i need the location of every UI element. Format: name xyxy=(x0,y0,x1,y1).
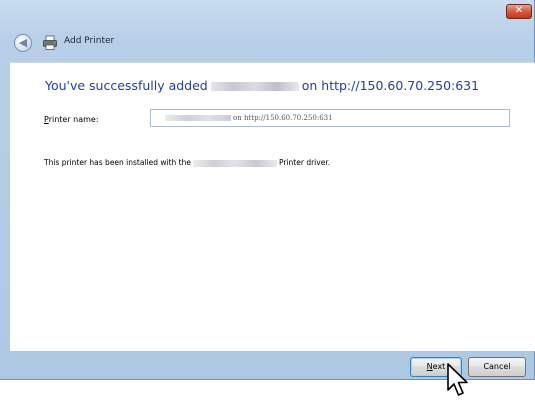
mouse-cursor-icon xyxy=(447,363,468,396)
success-headline: You've successfully added on http://150.6… xyxy=(45,78,479,93)
driver-info-text: This printer has been installed with the… xyxy=(44,158,330,167)
content-panel: You've successfully added on http://150.6… xyxy=(10,62,535,351)
headline-prefix: You've successfully added xyxy=(45,78,208,93)
window-title: Add Printer xyxy=(64,36,115,46)
cancel-button[interactable]: Cancel xyxy=(468,357,526,377)
headline-suffix: on http://150.60.70.250:631 xyxy=(301,78,480,93)
printer-name-input[interactable]: on http://150.60.70.250:631 xyxy=(150,109,510,127)
back-button[interactable]: ◀ xyxy=(14,34,32,52)
add-printer-window: ✕ ◀ Add Printer You've successfully adde… xyxy=(0,0,535,380)
redacted-printer-name xyxy=(165,115,231,121)
back-arrow-icon: ◀ xyxy=(18,36,28,49)
close-icon: ✕ xyxy=(514,5,524,16)
driver-prefix: This printer has been installed with the xyxy=(44,158,191,167)
close-button[interactable]: ✕ xyxy=(506,4,532,19)
printer-name-label-text: rinter name: xyxy=(48,115,99,124)
printer-icon xyxy=(43,35,57,50)
redacted-driver-name xyxy=(193,159,277,167)
printer-name-label: Printer name: xyxy=(44,115,99,124)
driver-suffix: Printer driver. xyxy=(279,158,331,167)
printer-name-value: on http://150.60.70.250:631 xyxy=(233,114,333,122)
redacted-printer-model xyxy=(210,82,299,91)
next-label: ext xyxy=(432,362,446,371)
